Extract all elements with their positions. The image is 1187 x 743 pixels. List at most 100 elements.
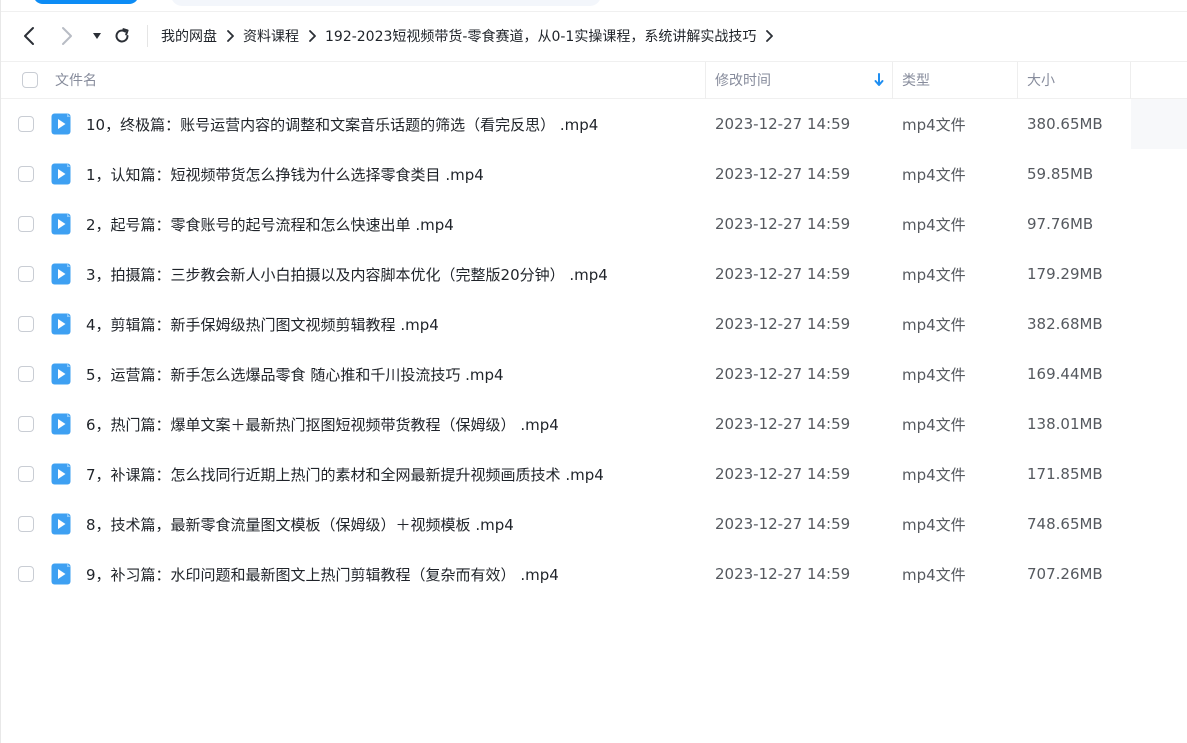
history-dropdown-button[interactable]: [85, 24, 109, 48]
back-button[interactable]: [17, 24, 41, 48]
file-modified-time: 2023-12-27 14:59: [715, 565, 851, 583]
chevron-right-icon: [299, 28, 325, 44]
file-type: mp4文件: [902, 515, 966, 534]
table-row[interactable]: 7，补课篇：怎么找同行近期上热门的素材和全网最新提升视频画质技术 .mp4 202…: [1, 449, 1187, 499]
file-modified-time: 2023-12-27 14:59: [715, 265, 851, 283]
file-name[interactable]: 9，补习篇：水印问题和最新图文上热门剪辑教程（复杂而有效） .mp4: [86, 549, 559, 599]
video-file-icon: [51, 99, 71, 149]
column-header-type[interactable]: 类型: [902, 62, 930, 98]
file-size: 59.85MB: [1027, 165, 1094, 183]
file-type: mp4文件: [902, 365, 966, 384]
row-checkbox-cell: [18, 499, 34, 549]
table-header: 文件名 修改时间 类型 大小: [1, 61, 1187, 99]
row-checkbox[interactable]: [18, 116, 34, 132]
video-file-icon: [51, 149, 71, 199]
row-checkbox-cell: [18, 549, 34, 599]
select-all-checkbox[interactable]: [22, 72, 38, 88]
file-list: 10，终极篇：账号运营内容的调整和文案音乐话题的筛选（看完反思） .mp4 202…: [1, 99, 1187, 599]
row-checkbox[interactable]: [18, 516, 34, 532]
table-row[interactable]: 4，剪辑篇：新手保姆级热门图文视频剪辑教程 .mp4 2023-12-27 14:…: [1, 299, 1187, 349]
file-name[interactable]: 2，起号篇：零食账号的起号流程和怎么快速出单 .mp4: [86, 199, 454, 249]
table-row[interactable]: 8，技术篇，最新零食流量图文模板（保姆级）＋视频模板 .mp4 2023-12-2…: [1, 499, 1187, 549]
row-checkbox-cell: [18, 149, 34, 199]
file-name[interactable]: 7，补课篇：怎么找同行近期上热门的素材和全网最新提升视频画质技术 .mp4: [86, 449, 604, 499]
arrow-down-icon[interactable]: [873, 72, 885, 88]
video-file-icon: [51, 299, 71, 349]
file-modified-time: 2023-12-27 14:59: [715, 115, 851, 133]
file-name[interactable]: 8，技术篇，最新零食流量图文模板（保姆级）＋视频模板 .mp4: [86, 499, 514, 549]
breadcrumb-item-current-folder[interactable]: 192-2023短视频带货-零食赛道，从0-1实操课程，系统讲解实战技巧: [325, 26, 756, 46]
row-checkbox-cell: [18, 399, 34, 449]
table-row[interactable]: 3，拍摄篇：三步教会新人小白拍摄以及内容脚本优化（完整版20分钟） .mp4 20…: [1, 249, 1187, 299]
file-size: 138.01MB: [1027, 415, 1103, 433]
file-type: mp4文件: [902, 165, 966, 184]
upload-button[interactable]: [33, 0, 139, 4]
row-checkbox[interactable]: [18, 416, 34, 432]
table-row[interactable]: 9，补习篇：水印问题和最新图文上热门剪辑教程（复杂而有效） .mp4 2023-1…: [1, 549, 1187, 599]
file-name[interactable]: 10，终极篇：账号运营内容的调整和文案音乐话题的筛选（看完反思） .mp4: [86, 99, 598, 149]
table-row[interactable]: 1，认知篇：短视频带货怎么挣钱为什么选择零食类目 .mp4 2023-12-27 …: [1, 149, 1187, 199]
file-type: mp4文件: [902, 265, 966, 284]
column-divider[interactable]: [892, 62, 893, 99]
column-header-size[interactable]: 大小: [1027, 62, 1055, 98]
row-checkbox-cell: [18, 99, 34, 149]
video-file-icon: [51, 549, 71, 599]
file-size: 97.76MB: [1027, 215, 1094, 233]
breadcrumb: 我的网盘 资料课程 192-2023短视频带货-零食赛道，从0-1实操课程，系统…: [161, 12, 782, 60]
table-row[interactable]: 10，终极篇：账号运营内容的调整和文案音乐话题的筛选（看完反思） .mp4 202…: [1, 99, 1187, 149]
caret-down-icon: [93, 33, 101, 39]
file-type: mp4文件: [902, 115, 966, 134]
file-modified-time: 2023-12-27 14:59: [715, 215, 851, 233]
chevron-left-icon: [24, 27, 34, 45]
file-name[interactable]: 4，剪辑篇：新手保姆级热门图文视频剪辑教程 .mp4: [86, 299, 439, 349]
column-divider[interactable]: [1017, 62, 1018, 99]
file-modified-time: 2023-12-27 14:59: [715, 165, 851, 183]
row-checkbox-cell: [18, 249, 34, 299]
navigation-bar: 我的网盘 资料课程 192-2023短视频带货-零食赛道，从0-1实操课程，系统…: [1, 12, 1187, 60]
divider: [147, 25, 148, 47]
chevron-right-icon[interactable]: [756, 28, 782, 44]
column-header-name[interactable]: 文件名: [55, 62, 97, 98]
row-checkbox[interactable]: [18, 566, 34, 582]
file-modified-time: 2023-12-27 14:59: [715, 415, 851, 433]
file-modified-time: 2023-12-27 14:59: [715, 515, 851, 533]
column-divider[interactable]: [1130, 62, 1131, 99]
table-row[interactable]: 2，起号篇：零食账号的起号流程和怎么快速出单 .mp4 2023-12-27 14…: [1, 199, 1187, 249]
chevron-right-icon: [62, 27, 72, 45]
row-checkbox[interactable]: [18, 366, 34, 382]
video-file-icon: [51, 499, 71, 549]
row-checkbox[interactable]: [18, 166, 34, 182]
file-name[interactable]: 3，拍摄篇：三步教会新人小白拍摄以及内容脚本优化（完整版20分钟） .mp4: [86, 249, 608, 299]
table-row[interactable]: 6，热门篇：爆单文案＋最新热门抠图短视频带货教程（保姆级） .mp4 2023-1…: [1, 399, 1187, 449]
row-checkbox[interactable]: [18, 316, 34, 332]
file-size: 748.65MB: [1027, 515, 1103, 533]
column-header-modified[interactable]: 修改时间: [715, 62, 771, 98]
video-file-icon: [51, 349, 71, 399]
file-size: 707.26MB: [1027, 565, 1103, 583]
breadcrumb-item-courses[interactable]: 资料课程: [243, 26, 299, 46]
file-type: mp4文件: [902, 315, 966, 334]
refresh-button[interactable]: [110, 24, 134, 48]
file-modified-time: 2023-12-27 14:59: [715, 365, 851, 383]
row-checkbox[interactable]: [18, 466, 34, 482]
row-checkbox[interactable]: [18, 216, 34, 232]
file-name[interactable]: 5，运营篇：新手怎么选爆品零食 随心推和千川投流技巧 .mp4: [86, 349, 504, 399]
file-size: 179.29MB: [1027, 265, 1103, 283]
table-row[interactable]: 5，运营篇：新手怎么选爆品零食 随心推和千川投流技巧 .mp4 2023-12-2…: [1, 349, 1187, 399]
file-browser: 我的网盘 资料课程 192-2023短视频带货-零食赛道，从0-1实操课程，系统…: [0, 0, 1187, 743]
chevron-right-icon: [217, 28, 243, 44]
row-checkbox-cell: [18, 349, 34, 399]
forward-button[interactable]: [55, 24, 79, 48]
row-checkbox[interactable]: [18, 266, 34, 282]
file-name[interactable]: 1，认知篇：短视频带货怎么挣钱为什么选择零食类目 .mp4: [86, 149, 484, 199]
file-size: 382.68MB: [1027, 315, 1103, 333]
column-divider[interactable]: [705, 62, 706, 99]
select-all-checkbox-cell: [22, 62, 38, 98]
search-box[interactable]: [171, 0, 601, 6]
file-name[interactable]: 6，热门篇：爆单文案＋最新热门抠图短视频带货教程（保姆级） .mp4: [86, 399, 559, 449]
breadcrumb-item-root[interactable]: 我的网盘: [161, 26, 217, 46]
file-type: mp4文件: [902, 415, 966, 434]
top-toolbar-partial: [1, 0, 1187, 10]
file-type: mp4文件: [902, 465, 966, 484]
file-size: 171.85MB: [1027, 465, 1103, 483]
